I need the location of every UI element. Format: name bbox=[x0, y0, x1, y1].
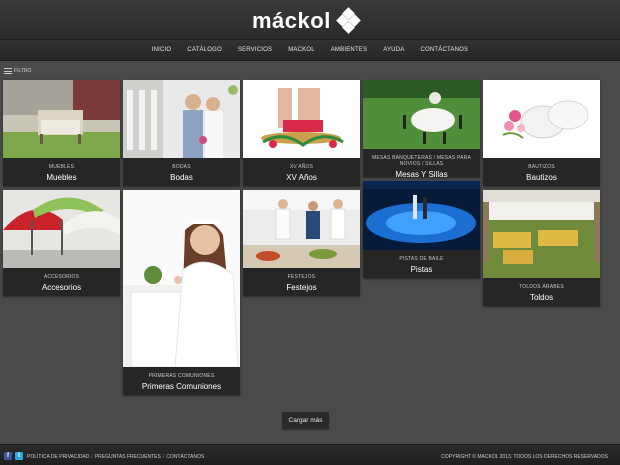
site-footer: f t Política de Privacidad / Preguntas F… bbox=[0, 444, 620, 465]
card-title: Muebles bbox=[46, 173, 77, 182]
card-bautizos[interactable]: Bautizos Bautizos bbox=[483, 80, 600, 186]
site-header: máckol bbox=[0, 0, 620, 40]
card-category: Festejos bbox=[287, 274, 316, 280]
card-image bbox=[483, 190, 600, 278]
card-title: Primeras Comuniones bbox=[141, 382, 222, 391]
card-category: Muebles bbox=[48, 164, 75, 170]
copyright-text: Copyright © Mackol 2013. Todos los derec… bbox=[441, 454, 608, 460]
card-mesas-y-sillas[interactable]: Mesas Banqueteras / Mesas para Novios / … bbox=[363, 80, 480, 179]
nav-item-ayuda[interactable]: Ayuda bbox=[375, 47, 412, 53]
logo[interactable]: máckol bbox=[252, 7, 361, 34]
card-festejos[interactable]: Festejos Festejos bbox=[243, 190, 360, 296]
menu-icon bbox=[4, 67, 12, 75]
card-category: Bautizos bbox=[528, 164, 555, 170]
footer-link-faq[interactable]: Preguntas Frecuentes bbox=[95, 454, 161, 460]
card-title: XV Años bbox=[286, 173, 317, 182]
card-image bbox=[363, 80, 480, 149]
card-image bbox=[3, 190, 120, 268]
card-primeras-comuniones[interactable]: Primeras Comuniones Primeras Comuniones bbox=[123, 190, 240, 395]
card-bodas[interactable]: Bodas Bodas bbox=[123, 80, 240, 186]
card-category: Pistas de Baile bbox=[399, 256, 444, 262]
main-nav: Inicio Catálogo Servicios Mackol Ambient… bbox=[0, 40, 620, 61]
nav-item-catalogo[interactable]: Catálogo bbox=[179, 47, 230, 53]
card-toldos[interactable]: Toldos Árabes Toldos bbox=[483, 190, 600, 306]
card-category: XV Años bbox=[289, 164, 314, 170]
card-title: Accesorios bbox=[41, 283, 82, 292]
facebook-icon[interactable]: f bbox=[4, 452, 12, 460]
card-title: Bodas bbox=[170, 173, 193, 182]
card-category: Toldos Árabes bbox=[519, 284, 564, 290]
separator: / bbox=[91, 454, 93, 460]
card-xv-anos[interactable]: XV Años XV Años bbox=[243, 80, 360, 186]
load-more-button[interactable]: Cargar más bbox=[282, 412, 329, 429]
card-category: Bodas bbox=[172, 164, 191, 170]
card-accesorios[interactable]: Accesorios Accesorios bbox=[3, 190, 120, 296]
filter-toggle[interactable]: FILTRO bbox=[4, 66, 31, 76]
card-muebles[interactable]: Muebles Muebles bbox=[3, 80, 120, 186]
filter-label: FILTRO bbox=[14, 68, 32, 74]
card-image bbox=[483, 80, 600, 158]
card-image bbox=[243, 190, 360, 268]
nav-item-contactanos[interactable]: Contáctanos bbox=[412, 47, 476, 53]
logo-diamonds-icon bbox=[335, 7, 361, 34]
nav-item-mackol[interactable]: Mackol bbox=[280, 47, 323, 53]
twitter-icon[interactable]: t bbox=[15, 452, 23, 460]
card-category: Primeras Comuniones bbox=[148, 373, 215, 379]
card-title: Mesas Y Sillas bbox=[395, 170, 448, 179]
nav-item-servicios[interactable]: Servicios bbox=[230, 47, 280, 53]
card-title: Pistas bbox=[410, 265, 433, 274]
card-category: Mesas Banqueteras / Mesas para Novios / … bbox=[372, 155, 471, 167]
card-category: Accesorios bbox=[43, 274, 80, 280]
card-image bbox=[123, 190, 240, 367]
footer-link-privacy[interactable]: Política de Privacidad bbox=[27, 454, 89, 460]
footer-link-contact[interactable]: Contáctanos bbox=[166, 454, 204, 460]
card-image bbox=[123, 80, 240, 158]
card-image bbox=[3, 80, 120, 158]
separator: / bbox=[162, 454, 165, 460]
nav-item-ambientes[interactable]: Ambientes bbox=[323, 47, 375, 53]
footer-links: Política de Privacidad / Preguntas Frecu… bbox=[27, 454, 204, 460]
card-image bbox=[363, 181, 480, 250]
card-title: Festejos bbox=[286, 283, 317, 292]
card-title: Toldos bbox=[529, 293, 554, 302]
card-pistas[interactable]: Pistas de Baile Pistas bbox=[363, 181, 480, 278]
card-image bbox=[243, 80, 360, 158]
nav-item-inicio[interactable]: Inicio bbox=[144, 47, 180, 53]
logo-text: máckol bbox=[252, 8, 331, 33]
card-title: Bautizos bbox=[526, 173, 557, 182]
social-links: f t bbox=[4, 452, 23, 460]
